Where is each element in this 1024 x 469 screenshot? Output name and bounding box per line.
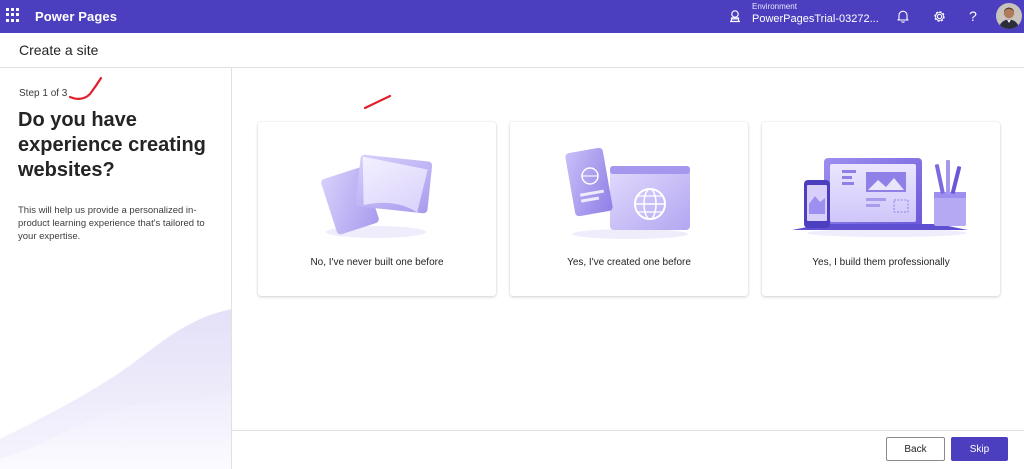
environment-icon[interactable]	[728, 9, 742, 23]
skip-button[interactable]: Skip	[951, 437, 1008, 461]
page-header: Create a site	[0, 33, 1024, 68]
blank-pages-illustration	[321, 154, 433, 238]
option-label: Yes, I build them professionally	[812, 257, 950, 268]
option-card-never-built[interactable]: No, I've never built one before	[258, 122, 496, 296]
environment-label: Environment	[752, 2, 797, 11]
question-description: This will help us provide a personalized…	[18, 205, 205, 242]
laptop-design-illustration	[792, 158, 968, 237]
environment-name[interactable]: PowerPagesTrial-03272...	[752, 13, 879, 25]
option-label: No, I've never built one before	[310, 257, 444, 268]
app-top-bar: Power Pages Environment PowerPagesTrial-…	[0, 0, 1024, 33]
help-icon[interactable]: ?	[965, 8, 981, 24]
decorative-waves	[0, 309, 231, 469]
bell-icon[interactable]	[895, 8, 911, 24]
question-heading: Do you have experience creating websites…	[18, 109, 206, 181]
option-label: Yes, I've created one before	[567, 257, 691, 268]
globe-pages-illustration	[565, 147, 690, 239]
avatar[interactable]	[996, 3, 1022, 29]
footer-bar: Back Skip	[232, 430, 1024, 469]
app-title[interactable]: Power Pages	[35, 9, 117, 24]
option-card-created-before[interactable]: Yes, I've created one before	[510, 122, 748, 296]
step-indicator: Step 1 of 3	[19, 88, 68, 99]
left-panel: Step 1 of 3 Do you have experience creat…	[0, 68, 232, 469]
back-button[interactable]: Back	[886, 437, 945, 461]
page-title: Create a site	[19, 42, 99, 58]
option-card-professional[interactable]: Yes, I build them professionally	[762, 122, 1000, 296]
gear-icon[interactable]	[931, 8, 947, 24]
waffle-icon[interactable]	[6, 8, 20, 22]
